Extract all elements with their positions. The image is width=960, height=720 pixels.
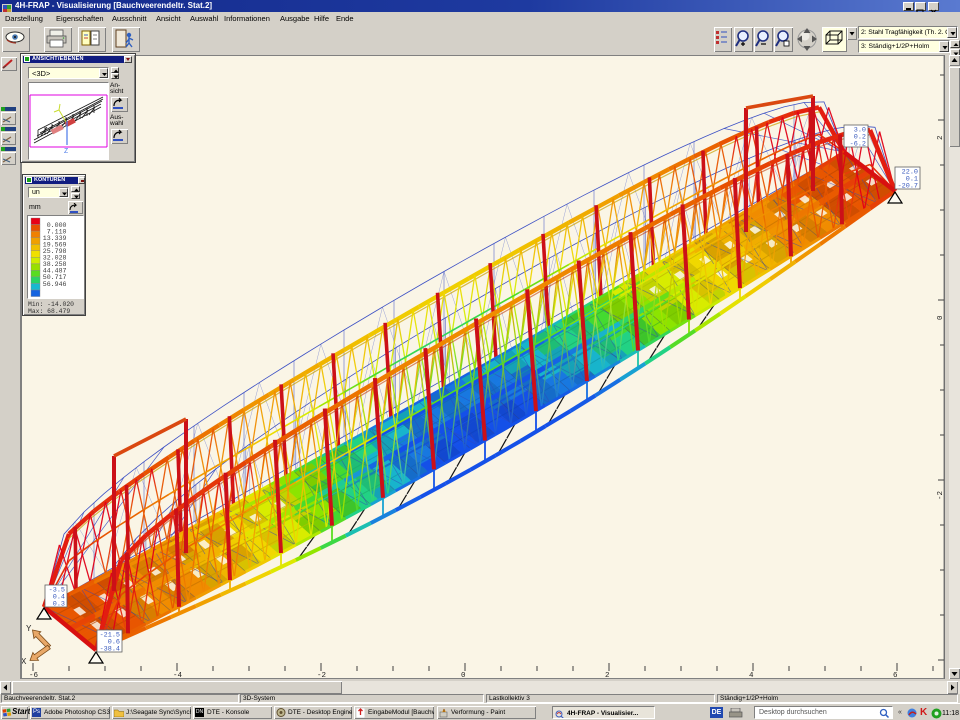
- svg-text:0.3: 0.3: [53, 601, 65, 609]
- svg-text:-20.7: -20.7: [898, 183, 918, 191]
- svg-text:-2: -2: [317, 672, 326, 679]
- svg-text:-38.4: -38.4: [100, 646, 120, 654]
- svg-text:2: 2: [937, 135, 945, 140]
- svg-text:Z: Z: [64, 148, 68, 156]
- svg-text:0: 0: [461, 672, 466, 679]
- svg-text:2: 2: [605, 672, 610, 679]
- svg-text:56.946: 56.946: [43, 281, 67, 288]
- svg-text:6: 6: [893, 672, 898, 679]
- svg-text:Y: Y: [26, 624, 32, 634]
- svg-text:4: 4: [749, 672, 754, 679]
- svg-text:-6: -6: [29, 672, 39, 679]
- svg-text:-6.2: -6.2: [850, 141, 866, 149]
- svg-text:-4: -4: [173, 672, 183, 679]
- svg-text:-2: -2: [937, 491, 945, 500]
- svg-text:0: 0: [937, 315, 945, 320]
